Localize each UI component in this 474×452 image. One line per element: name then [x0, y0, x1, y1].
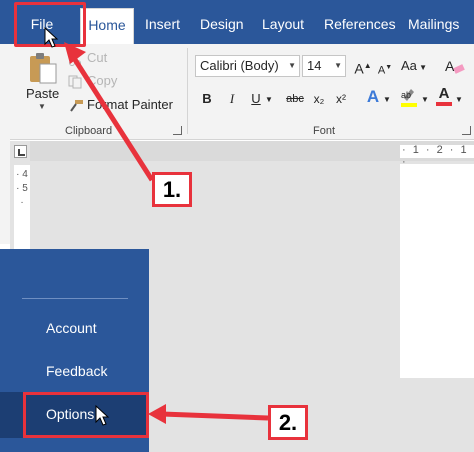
clipboard-dialog-launcher-icon[interactable] [173, 126, 182, 135]
document-page[interactable] [400, 164, 474, 378]
text-effects-button[interactable]: A [364, 87, 382, 107]
clear-formatting-button[interactable]: A [443, 56, 467, 76]
file-tab-highlight-box [14, 2, 86, 47]
step-1-callout: 1. [152, 172, 192, 207]
highlighter-icon: ab [401, 89, 417, 107]
backstage-divider [22, 298, 128, 299]
font-group-label: Font [313, 125, 336, 137]
backstage-feedback[interactable]: Feedback [46, 363, 107, 379]
format-painter-label: Format Painter [87, 97, 173, 112]
tab-references[interactable]: References [324, 0, 396, 44]
tab-layout[interactable]: Layout [262, 0, 304, 44]
paintbrush-icon [68, 99, 84, 113]
clipboard-group-label: Clipboard [65, 125, 113, 137]
copy-icon [68, 75, 84, 89]
font-color-dropdown-icon[interactable]: ▼ [454, 90, 464, 110]
tab-home[interactable]: Home [80, 8, 134, 44]
underline-dropdown-icon[interactable]: ▼ [264, 90, 274, 110]
shrink-font-button[interactable]: A▼ [376, 58, 394, 78]
copy-button[interactable]: Copy [68, 72, 117, 90]
vertical-ruler-ticks: · 4 · 5 · [16, 169, 28, 208]
strikethrough-button[interactable]: abc [283, 89, 307, 109]
tab-mailings[interactable]: Mailings [408, 0, 459, 44]
ribbon-left-edge [0, 44, 10, 244]
chevron-down-icon[interactable]: ▼ [288, 56, 296, 76]
font-size-value: 14 [307, 58, 322, 73]
chevron-down-icon[interactable]: ▼ [334, 56, 342, 76]
scissors-icon [68, 52, 84, 66]
tab-insert[interactable]: Insert [145, 0, 180, 44]
change-case-button[interactable]: Aa ▼ [399, 56, 429, 76]
font-size-select[interactable]: 14 ▼ [302, 55, 346, 77]
font-color-bar [436, 102, 452, 106]
paste-button-label[interactable]: Paste [26, 86, 59, 101]
font-name-value: Calibri (Body) [200, 58, 279, 73]
format-painter-button[interactable]: Format Painter [68, 96, 173, 114]
font-dialog-launcher-icon[interactable] [462, 126, 471, 135]
italic-button[interactable]: I [224, 89, 240, 109]
cut-button[interactable]: Cut [68, 49, 107, 67]
grow-font-button[interactable]: A▲ [353, 56, 373, 77]
paste-icon[interactable] [28, 52, 58, 84]
bold-button[interactable]: B [198, 89, 216, 109]
grow-font-icon: A [354, 60, 364, 77]
font-name-select[interactable]: Calibri (Body) ▼ [195, 55, 300, 77]
font-color-icon: A [438, 85, 450, 102]
group-separator [187, 48, 188, 134]
tab-stop-selector-icon[interactable] [14, 145, 27, 158]
step-2-callout: 2. [268, 405, 308, 440]
clear-formatting-icon: A [445, 58, 465, 74]
paste-dropdown-icon[interactable]: ▼ [38, 102, 46, 111]
underline-button[interactable]: U [248, 89, 264, 109]
subscript-button[interactable]: x₂ [310, 89, 328, 109]
tab-design[interactable]: Design [200, 0, 244, 44]
cut-label: Cut [87, 50, 108, 65]
text-effects-dropdown-icon[interactable]: ▼ [382, 90, 392, 110]
highlight-dropdown-icon[interactable]: ▼ [420, 90, 430, 110]
svg-text:ab: ab [401, 90, 411, 100]
backstage-account[interactable]: Account [46, 320, 97, 336]
svg-text:A: A [445, 58, 455, 74]
superscript-button[interactable]: x² [332, 89, 350, 109]
font-color-button[interactable]: A [436, 86, 452, 106]
text-highlight-button[interactable]: ab [400, 86, 418, 107]
change-case-icon: Aa [400, 58, 417, 73]
copy-label: Copy [87, 73, 118, 88]
options-highlight-box [23, 392, 149, 438]
